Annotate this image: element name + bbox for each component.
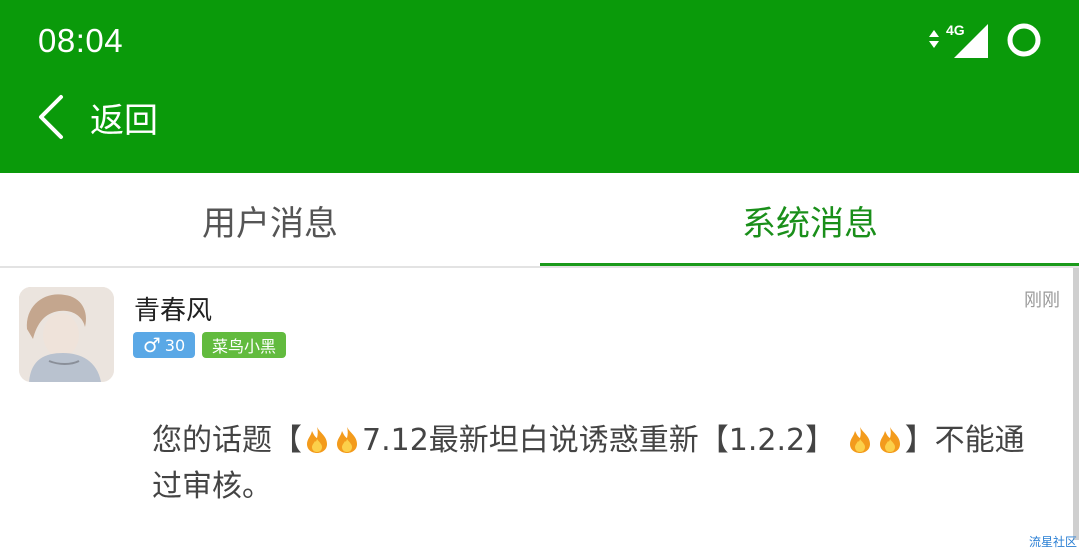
message-item[interactable]: 青春风 ♂ 30 菜鸟小黑 刚刚 您的话题【 7.12最新坦白说诱惑重新【1.2.… <box>0 268 1079 550</box>
male-icon: ♂ <box>142 333 161 357</box>
tab-system-messages[interactable]: 系统消息 <box>540 173 1079 268</box>
status-time: 08:04 <box>38 22 124 59</box>
fire-icon <box>849 427 870 453</box>
text-before: 您的话题【 <box>152 423 302 458</box>
gender-age-badge: ♂ 30 <box>133 332 195 358</box>
username[interactable]: 青春风 <box>134 290 212 327</box>
chevron-left-icon <box>39 95 63 139</box>
active-tab-indicator <box>540 263 1079 266</box>
avatar-image <box>19 287 114 382</box>
text-middle: 7.12最新坦白说诱惑重新【1.2.2】 <box>362 423 836 458</box>
tab-user-messages[interactable]: 用户消息 <box>0 173 540 268</box>
message-time: 刚刚 <box>1024 290 1060 311</box>
back-label: 返回 <box>90 100 158 141</box>
level-badge: 菜鸟小黑 <box>202 332 286 358</box>
watermark: 流星社区 <box>1028 535 1077 549</box>
fire-icon <box>307 427 327 453</box>
message-tabs: 用户消息 系统消息 <box>0 173 1079 268</box>
app-header: 08:04 4G 返回 <box>0 0 1079 173</box>
signal-icon <box>954 24 988 58</box>
back-button[interactable]: 返回 <box>36 90 158 144</box>
avatar[interactable] <box>19 287 114 382</box>
message-content: 您的话题【 7.12最新坦白说诱惑重新【1.2.2】 】不能通过审核。 <box>152 418 1042 510</box>
network-arrows-icon <box>929 30 939 48</box>
scrollbar[interactable] <box>1073 268 1079 540</box>
fire-icon <box>879 427 900 453</box>
fire-icon <box>337 427 357 453</box>
battery-ring-icon <box>1007 23 1041 57</box>
age-value: 30 <box>164 335 186 355</box>
